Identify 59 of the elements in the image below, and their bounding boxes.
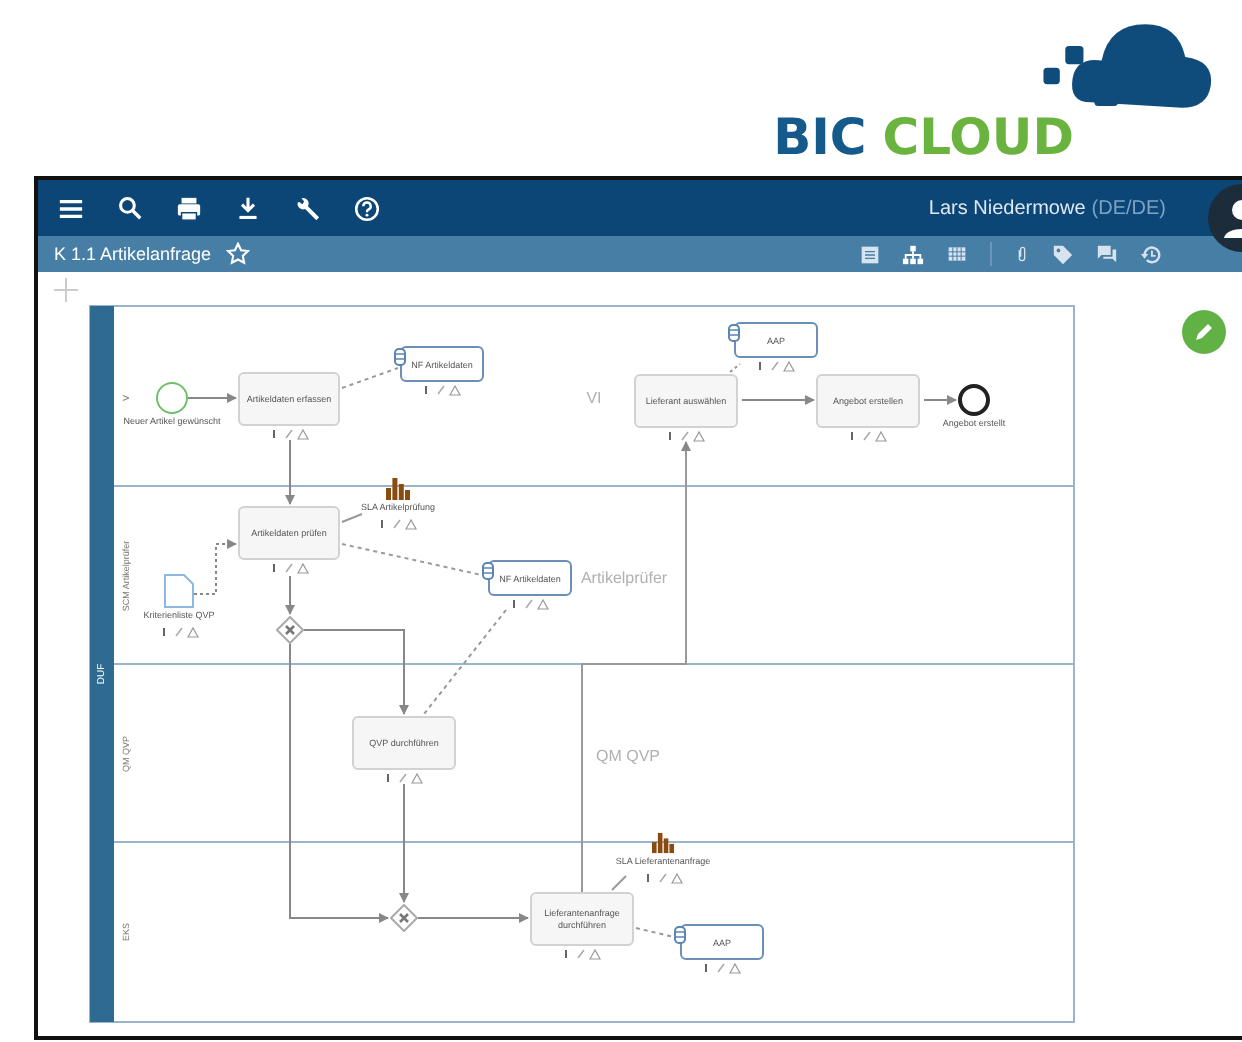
attribute-icons: [641, 872, 685, 884]
grid-icon[interactable]: [946, 244, 968, 264]
attribute-icons: [420, 384, 464, 396]
attribute-icons: [560, 948, 604, 960]
flow-arrow: [741, 395, 815, 405]
association-line: [611, 875, 627, 891]
history-icon[interactable]: [1140, 243, 1162, 265]
end-event[interactable]: [958, 384, 990, 416]
logo-word: BIC: [773, 108, 867, 166]
database-icon: [394, 348, 406, 366]
help-icon[interactable]: [354, 195, 380, 221]
lane-watermark: Artikelprüfer: [580, 569, 668, 587]
user-name[interactable]: Lars Niedermowe: [928, 197, 1086, 219]
lane-watermark: VI: [586, 389, 602, 407]
attribute-icons: [664, 430, 708, 442]
attribute-icons: [846, 430, 890, 442]
download-icon[interactable]: [236, 196, 260, 220]
flow-arrow: [399, 783, 409, 903]
menu-icon[interactable]: [58, 195, 84, 221]
bar-chart-icon[interactable]: [652, 832, 674, 854]
flow-arrow: [285, 575, 295, 615]
paperclip-icon[interactable]: [1014, 242, 1030, 266]
comments-icon[interactable]: [1096, 243, 1118, 265]
attribute-icons: [267, 428, 311, 440]
attribute-icons: [508, 598, 552, 610]
tag-icon[interactable]: [1052, 243, 1074, 265]
bar-chart-icon[interactable]: [386, 478, 410, 500]
flow-arrow: [417, 913, 529, 923]
gateway-node[interactable]: [276, 616, 304, 644]
flow-arrow: [285, 439, 295, 505]
lane-watermark: QM QVP: [596, 747, 660, 765]
start-event[interactable]: [156, 382, 188, 414]
association-line: [341, 367, 399, 389]
logo-word: CLOUD: [882, 108, 1074, 166]
print-icon[interactable]: [176, 195, 202, 221]
attribute-icons: [157, 626, 201, 638]
flow-arrow: [187, 393, 237, 403]
attribute-icons: [267, 562, 311, 574]
attribute-icons: [700, 962, 744, 974]
attribute-icons: [382, 772, 426, 784]
flow-arrow: [193, 539, 237, 595]
database-icon: [728, 324, 740, 342]
edit-button[interactable]: [1182, 310, 1226, 354]
gateway-node[interactable]: [390, 904, 418, 932]
star-icon[interactable]: [225, 242, 250, 266]
search-icon[interactable]: [118, 196, 142, 220]
attribute-icons: [754, 360, 798, 372]
attribute-icons: [376, 518, 420, 530]
database-icon: [482, 562, 494, 580]
hierarchy-icon[interactable]: [902, 243, 924, 265]
wrench-icon[interactable]: [294, 195, 320, 221]
database-icon: [674, 926, 686, 944]
flow-arrow: [923, 395, 957, 405]
association-line: [729, 363, 741, 373]
locale-label: (DE/DE): [1091, 197, 1166, 219]
association-line: [341, 513, 363, 523]
list-view-icon[interactable]: [860, 243, 880, 265]
model-title: K 1.1 Artikelanfrage: [54, 244, 212, 264]
association-line: [423, 609, 507, 715]
